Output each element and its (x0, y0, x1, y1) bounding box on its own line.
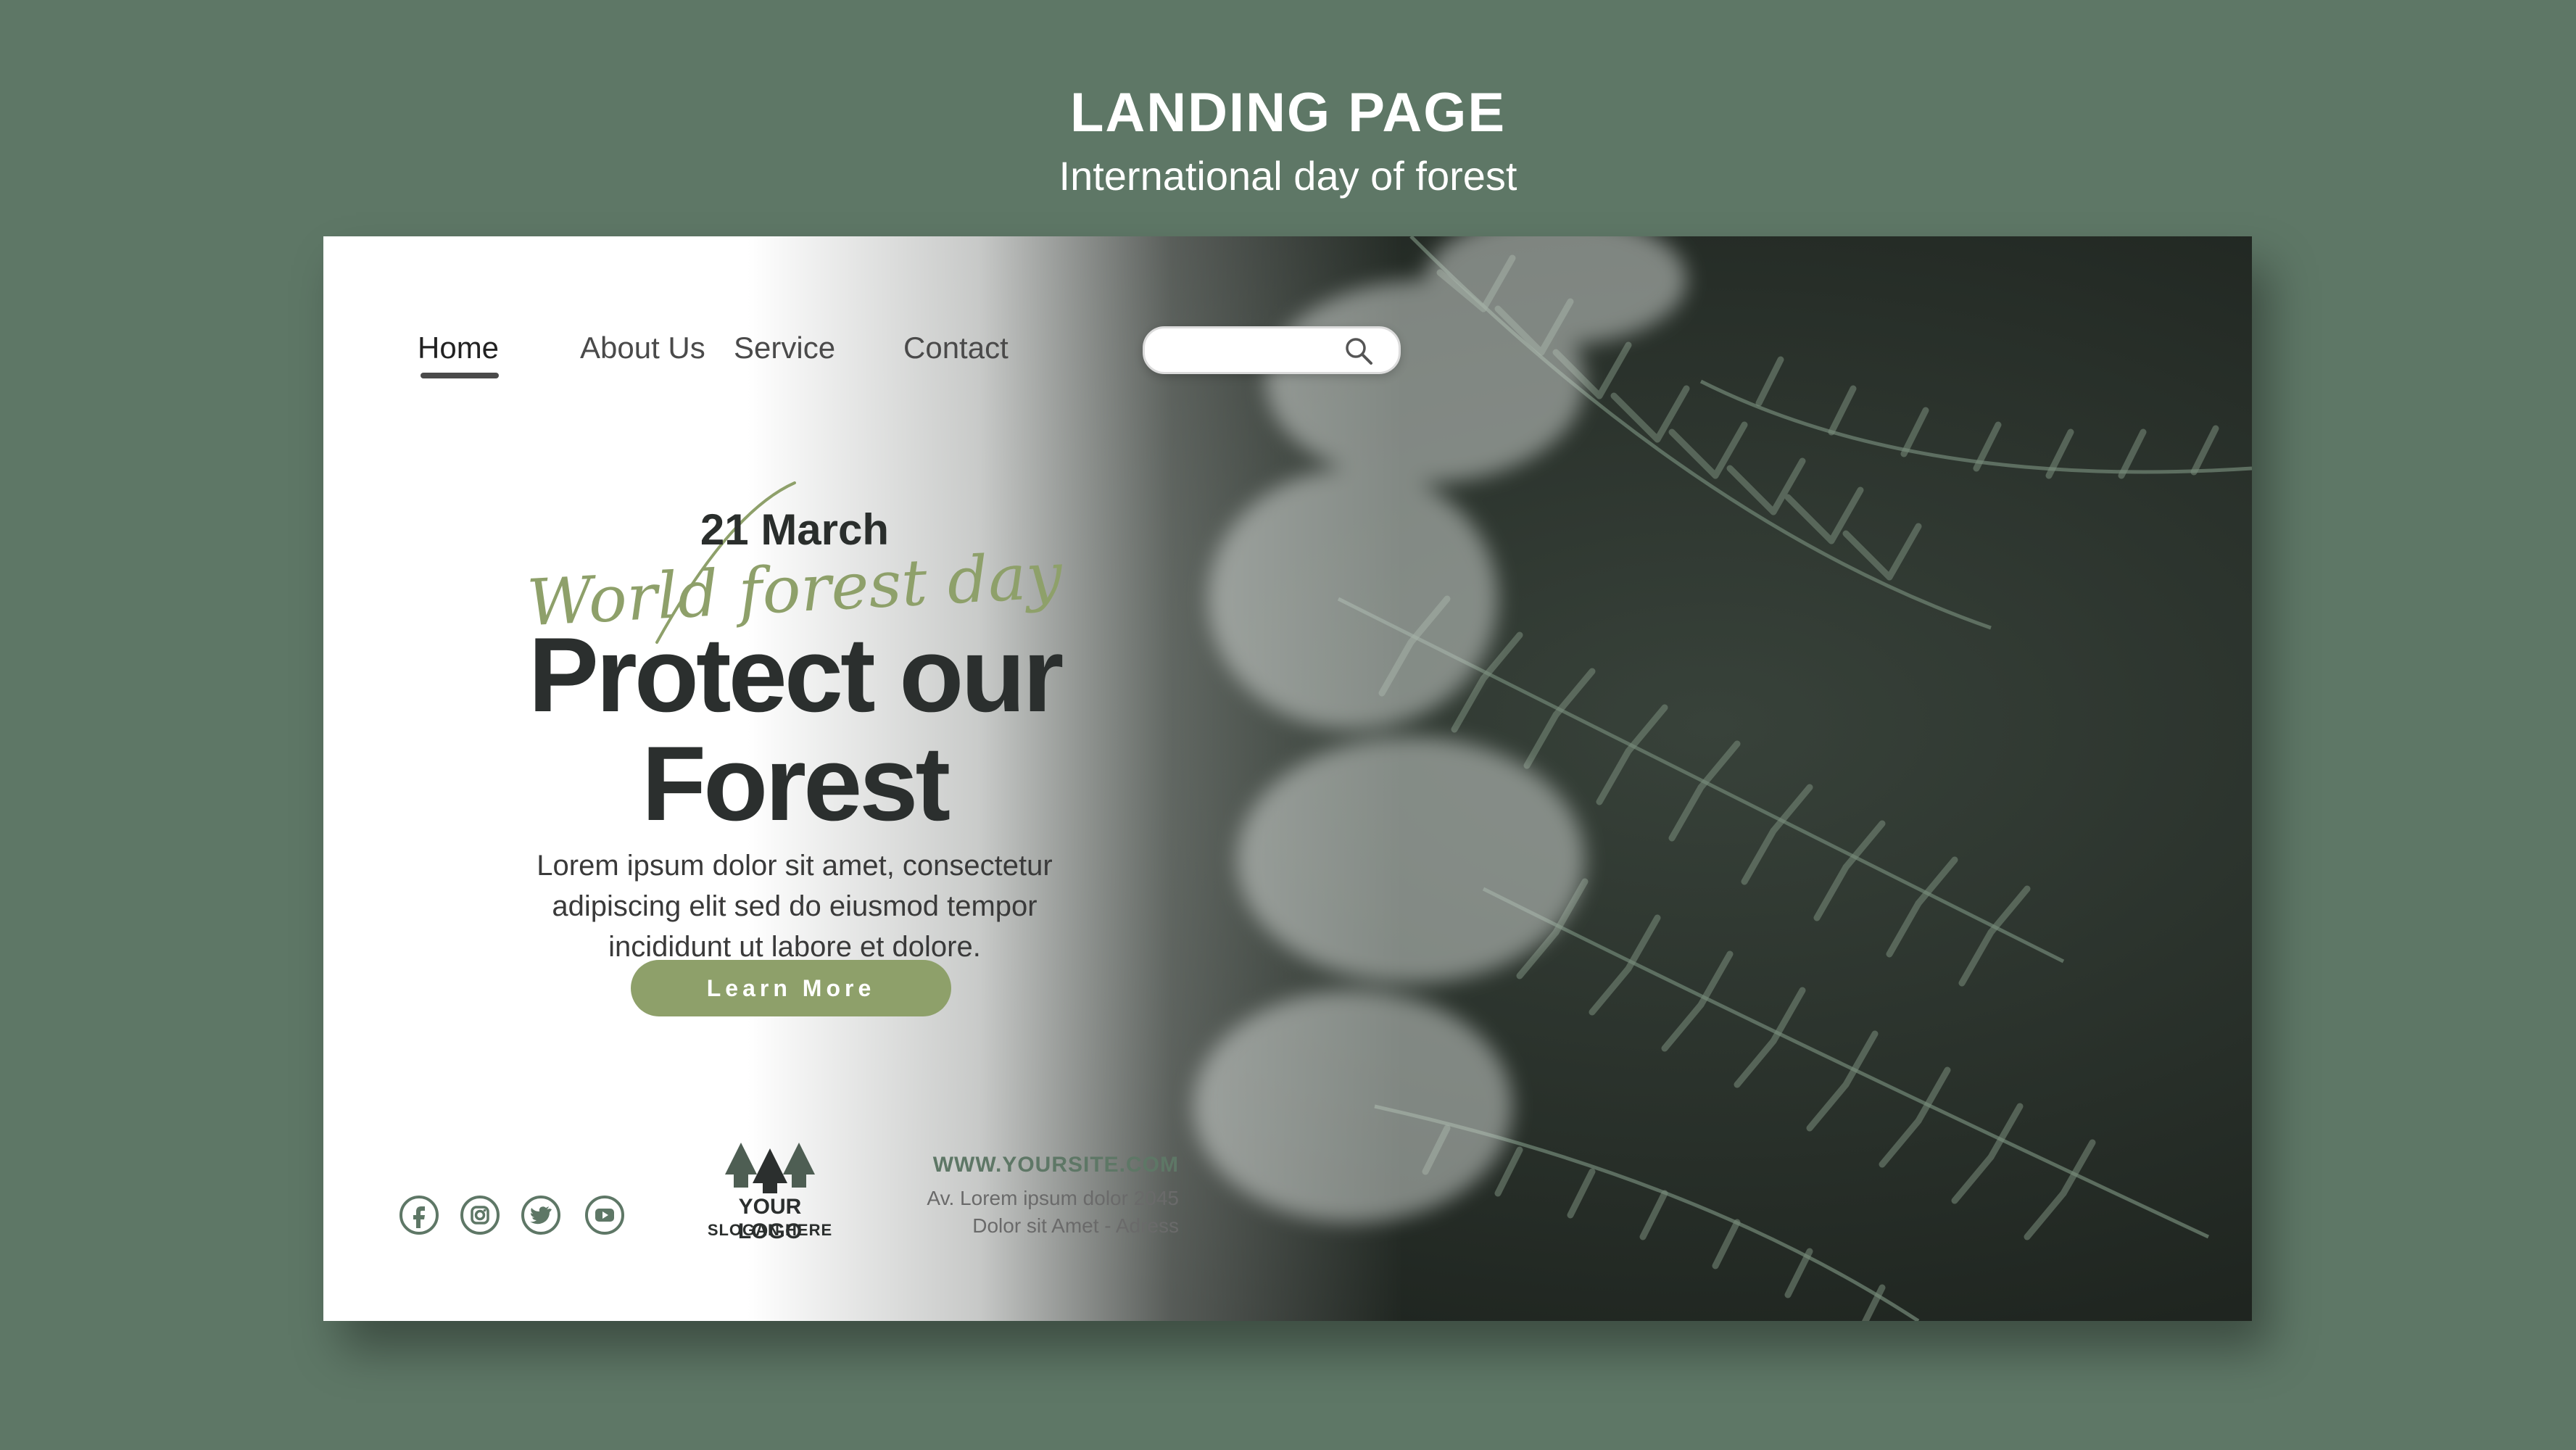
facebook-icon[interactable] (399, 1195, 439, 1235)
address-line-2: Dolor sit Amet - Adress (972, 1214, 1179, 1237)
page-subtitle: International day of forest (1059, 153, 1517, 199)
logo-slogan: SLOGAN HERE (707, 1221, 833, 1239)
address-line-1: Av. Lorem ipsum dolor 2045 (927, 1187, 1179, 1209)
nav-about-us[interactable]: About Us (580, 331, 705, 365)
learn-more-button[interactable]: Learn More (631, 960, 951, 1016)
instagram-icon[interactable] (460, 1195, 500, 1235)
nav-contact[interactable]: Contact (903, 331, 1009, 365)
nav-active-underline (421, 373, 499, 378)
hero-headline: Protect our Forest (468, 621, 1121, 838)
nav-home-label: Home (418, 331, 500, 365)
nav-service[interactable]: Service (734, 331, 835, 365)
brand-logo: YOUR LOGO SLOGAN HERE (705, 1143, 835, 1244)
nav-home[interactable]: Home (418, 331, 500, 378)
contact-info: WWW.YOURSITE.COM Av. Lorem ipsum dolor 2… (874, 1153, 1179, 1240)
search-input[interactable] (1164, 334, 1341, 365)
hero-description: Lorem ipsum dolor sit amet, consectetur … (468, 845, 1121, 967)
twitter-icon[interactable] (521, 1195, 561, 1235)
hero-description-line-2: adipiscing elit sed do eiusmod tempor (552, 890, 1038, 922)
page-title: LANDING PAGE (1069, 82, 1507, 144)
hero-headline-line-2: Forest (641, 724, 951, 842)
search-icon[interactable] (1342, 334, 1375, 368)
landing-page-mockup: Home About Us Service Contact 21 March W… (323, 236, 2252, 1321)
website-link[interactable]: WWW.YOURSITE.COM (874, 1153, 1179, 1177)
youtube-icon[interactable] (584, 1195, 625, 1235)
hero-headline-line-1: Protect our (528, 616, 1064, 734)
search-box (1143, 326, 1401, 374)
pine-trees-icon (725, 1143, 815, 1193)
hero-description-line-1: Lorem ipsum dolor sit amet, consectetur (537, 850, 1053, 882)
